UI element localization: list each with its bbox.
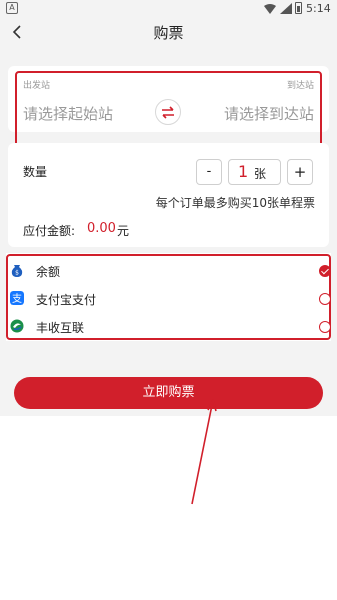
decrease-quantity-button[interactable]: -: [196, 159, 222, 185]
svg-text:$: $: [15, 270, 19, 277]
status-time: 5:14: [306, 2, 331, 15]
amount-unit: 元: [117, 224, 130, 238]
notification-icon: A: [6, 2, 18, 14]
radio-icon[interactable]: [319, 293, 331, 305]
payment-option-label: 余额: [36, 265, 61, 279]
payment-option-fengshou[interactable]: 丰收互联: [10, 316, 331, 338]
payment-option-alipay[interactable]: 支 支付宝支付: [10, 288, 331, 310]
from-station-label: 出发站: [23, 81, 51, 91]
svg-text:支: 支: [12, 293, 22, 305]
quantity-value: 1: [238, 162, 249, 181]
alipay-icon: 支: [10, 291, 24, 305]
page-title: 购票: [153, 24, 184, 42]
back-arrow-icon: [12, 25, 21, 39]
quantity-unit: 张: [254, 167, 267, 181]
payment-option-label: 支付宝支付: [36, 293, 97, 307]
buy-ticket-button[interactable]: 立即购票: [14, 377, 323, 409]
battery-icon: [295, 2, 302, 14]
selected-radio-icon[interactable]: [319, 265, 331, 277]
to-station-input[interactable]: 请选择到达站: [224, 103, 314, 124]
back-button[interactable]: [8, 22, 26, 42]
swap-stations-button[interactable]: [155, 99, 181, 125]
amount-label: 应付金额:: [23, 224, 76, 238]
payment-option-balance[interactable]: $ 余额: [10, 260, 331, 282]
quantity-limit-note: 每个订单最多购买10张单程票: [155, 196, 315, 210]
increase-quantity-button[interactable]: +: [287, 159, 313, 185]
signal-icon: [280, 3, 292, 14]
payment-option-label: 丰收互联: [36, 321, 85, 335]
swap-icon: [162, 106, 174, 119]
amount-value: 0.00: [87, 221, 116, 236]
fengshou-icon: [10, 319, 24, 333]
bottom-blank-area: [0, 416, 337, 600]
wifi-icon: [264, 4, 276, 14]
quantity-label: 数量: [23, 165, 48, 179]
to-station-label: 到达站: [286, 81, 314, 91]
wallet-icon: $: [11, 265, 23, 277]
from-station-input[interactable]: 请选择起始站: [23, 103, 113, 124]
radio-icon[interactable]: [319, 321, 331, 333]
